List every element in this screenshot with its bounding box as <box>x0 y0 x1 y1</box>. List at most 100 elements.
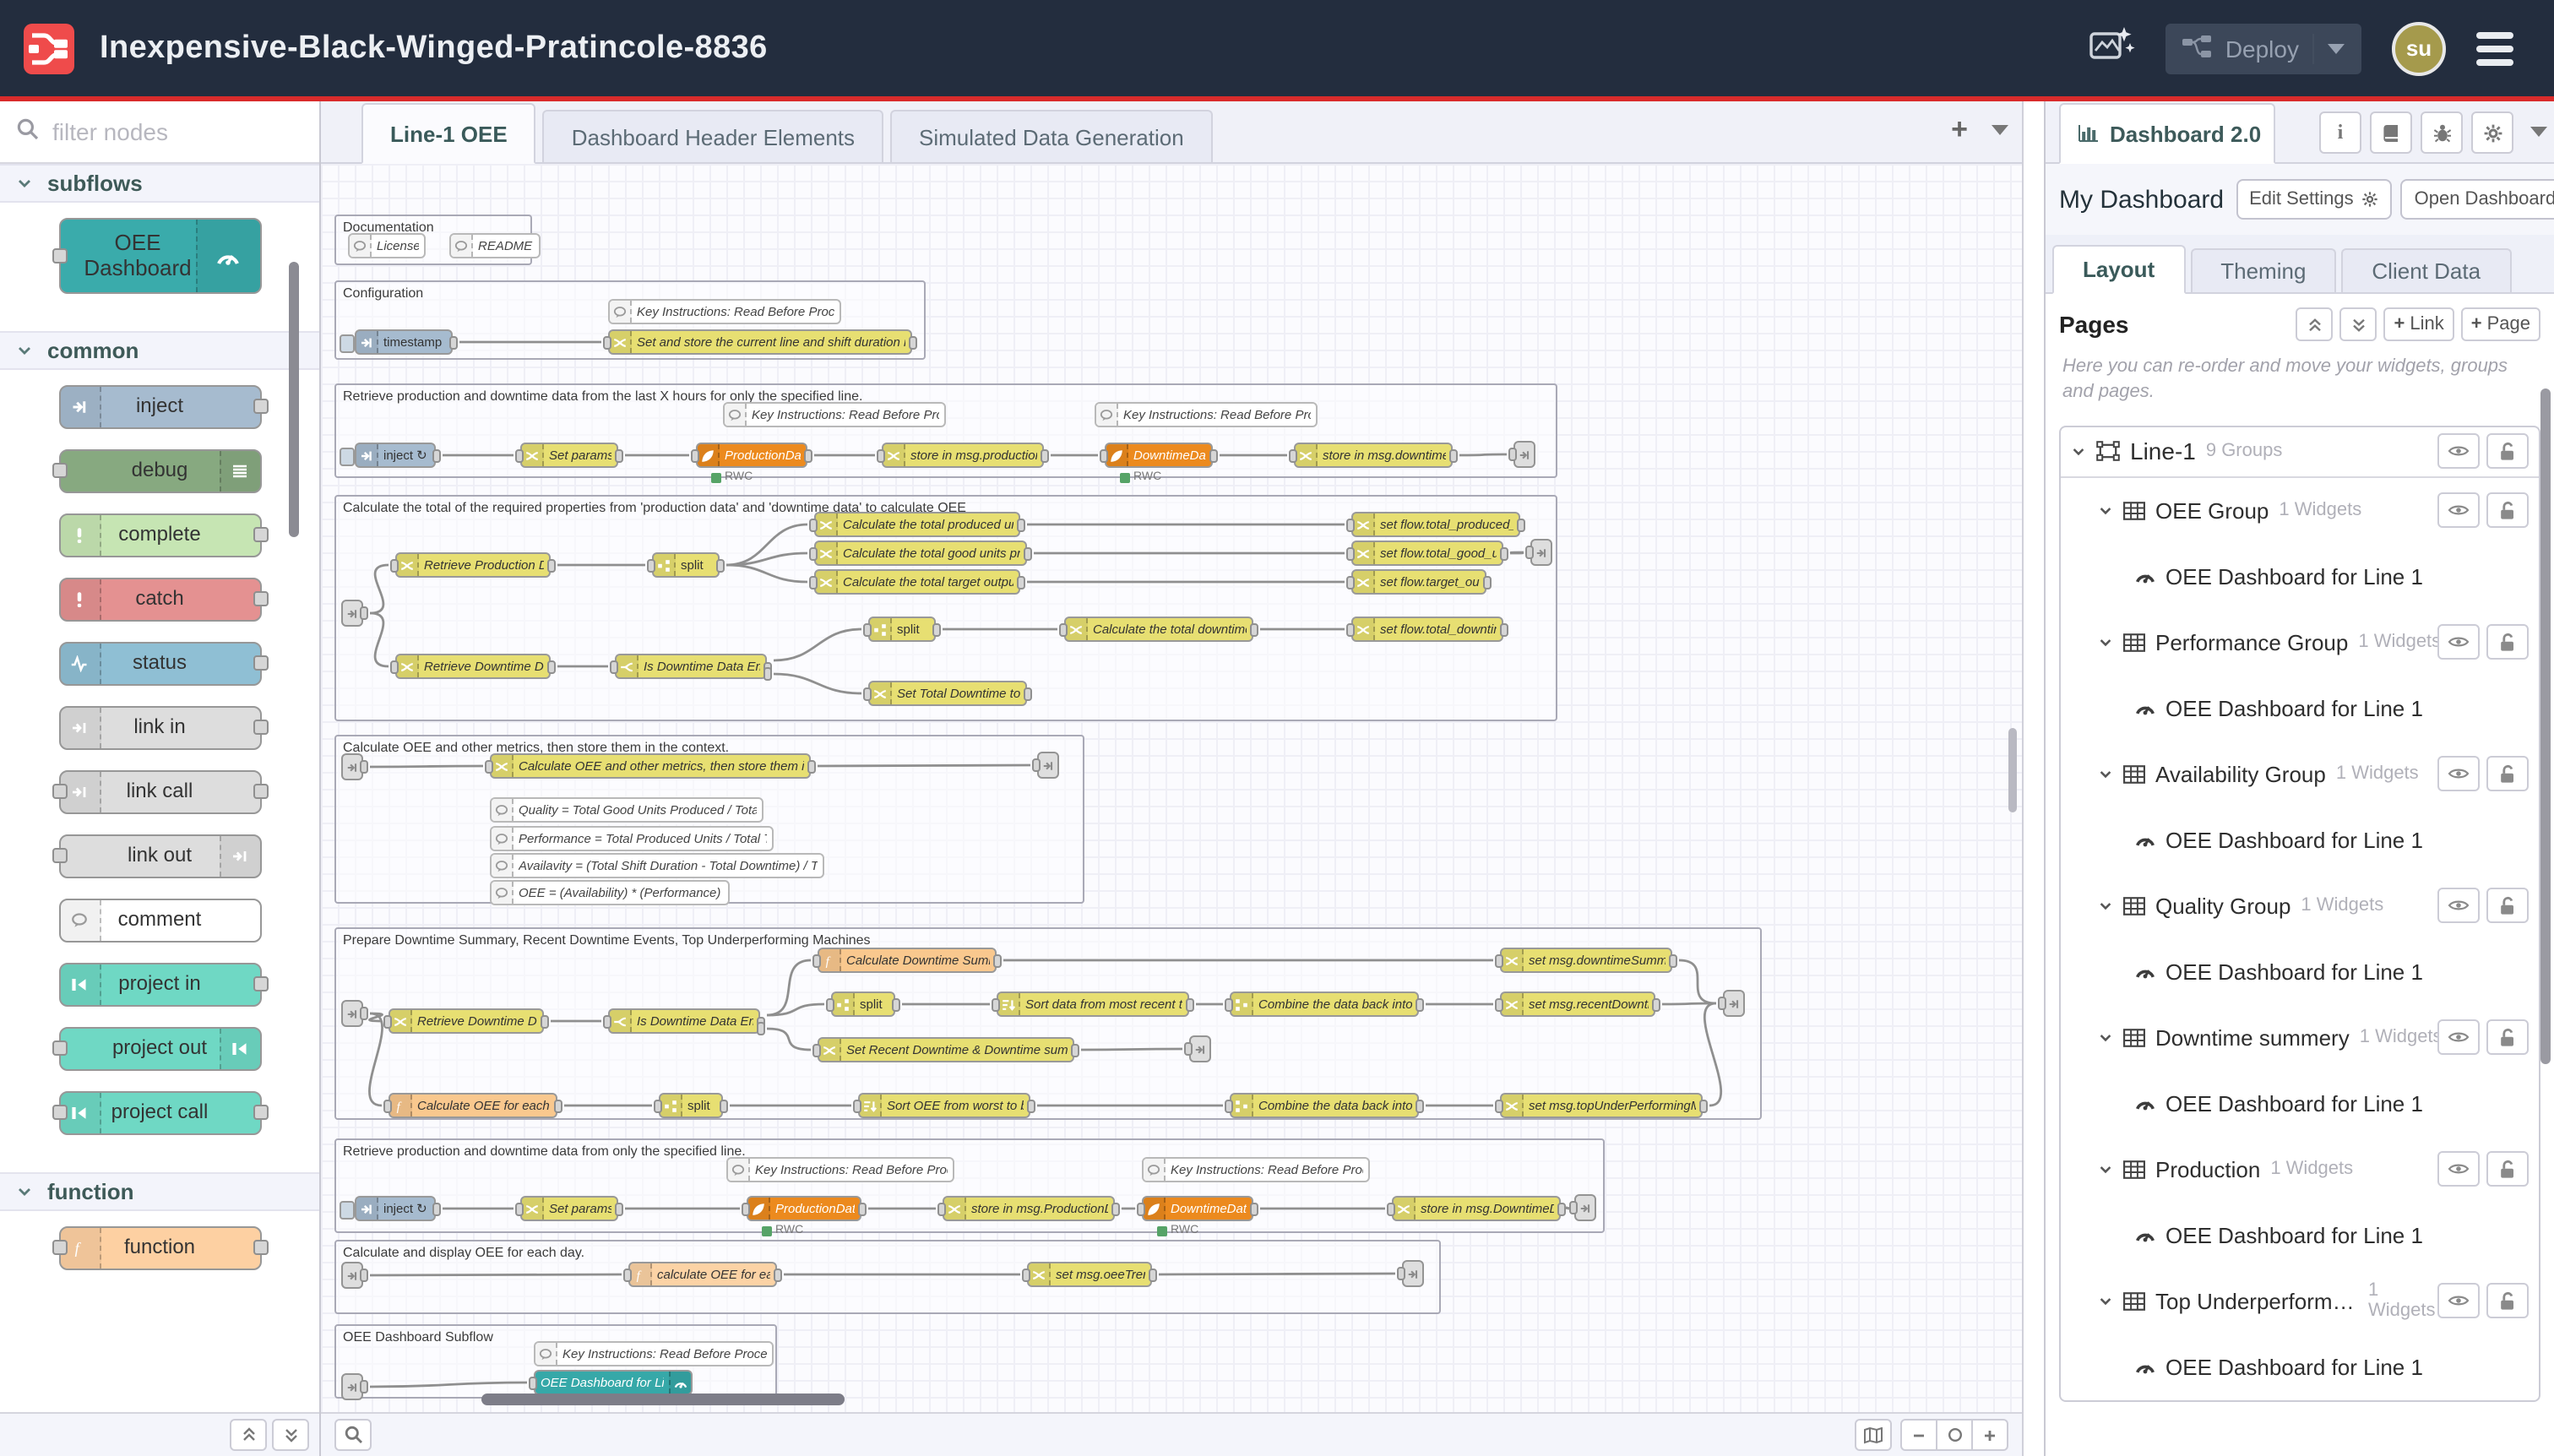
tree-group-row[interactable]: Top Underperformi…1 Widgets <box>2061 1268 2539 1334</box>
port[interactable] <box>1071 1043 1079 1057</box>
node-change[interactable]: set msg.recentDowntime <box>1500 991 1655 1017</box>
tab-theming[interactable]: Theming <box>2190 248 2336 292</box>
sidebar-splitter[interactable] <box>2022 101 2044 1456</box>
node-comment[interactable]: License <box>348 233 426 258</box>
inject-button[interactable] <box>340 1201 355 1220</box>
port[interactable] <box>1387 1202 1395 1215</box>
node-linkout[interactable] <box>1513 441 1535 468</box>
port[interactable] <box>253 976 268 991</box>
node-comment[interactable]: Quality = Total Good Units Produced / To… <box>490 797 763 823</box>
port[interactable] <box>1149 1268 1157 1281</box>
canvas-search-button[interactable] <box>334 1419 372 1451</box>
port[interactable] <box>253 399 268 414</box>
node-sort[interactable]: Sort data from most recent to oldest <box>997 991 1189 1017</box>
port[interactable] <box>1250 1202 1258 1215</box>
port[interactable] <box>763 667 772 681</box>
node-linkin[interactable] <box>341 753 363 780</box>
port[interactable] <box>1416 997 1424 1011</box>
port[interactable] <box>603 1014 611 1028</box>
palette-search-input[interactable]: filter nodes <box>0 101 319 164</box>
tree-widget-row[interactable]: OEE Dashboard for Line 1 <box>2061 807 2539 872</box>
flow-list-caret-icon[interactable] <box>1992 124 2008 134</box>
node-comment[interactable]: Key Instructions: Read Before Proceeding <box>1095 402 1318 427</box>
palette-node-inject[interactable]: inject <box>58 385 261 429</box>
visibility-eye-button[interactable] <box>2437 888 2480 923</box>
port[interactable] <box>1209 448 1218 462</box>
tree-widget-row[interactable]: OEE Dashboard for Line 1 <box>2061 543 2539 609</box>
node-subflow[interactable]: OEE Dashboard for Line 1 <box>534 1370 693 1395</box>
port[interactable] <box>515 1202 524 1215</box>
node-comment[interactable]: Availavity = (Total Shift Duration - Tot… <box>490 853 824 878</box>
port[interactable] <box>615 448 623 462</box>
node-comment[interactable]: Key Instructions: Read Before Proceeding <box>534 1341 774 1366</box>
node-split[interactable]: split <box>831 991 895 1017</box>
port[interactable] <box>1718 997 1726 1010</box>
port[interactable] <box>720 1099 728 1112</box>
port[interactable] <box>360 606 368 620</box>
tab-flow-1[interactable]: Line-1 OEE <box>361 103 536 164</box>
node-change[interactable]: Calculate the total produced units today <box>814 512 1020 537</box>
port[interactable] <box>1111 1202 1120 1215</box>
lock-button[interactable] <box>2486 756 2529 791</box>
debug-bug-icon[interactable] <box>2421 111 2463 154</box>
open-dashboard-button[interactable]: Open Dashboard <box>2401 179 2554 220</box>
node-switch[interactable]: Is Downtime Data Empty? <box>615 654 767 679</box>
port[interactable] <box>1032 758 1041 772</box>
inject-button[interactable] <box>340 334 355 353</box>
tree-widget-row[interactable]: OEE Dashboard for Line 1 <box>2061 1070 2539 1136</box>
port[interactable] <box>1483 575 1492 589</box>
port[interactable] <box>52 1240 67 1255</box>
node-join[interactable]: Combine the data back into an array. <box>1230 1093 1419 1118</box>
port[interactable] <box>1500 546 1508 560</box>
node-change[interactable]: set msg.topUnderPerformingMachines <box>1500 1093 1703 1118</box>
port[interactable] <box>253 527 268 542</box>
lock-button[interactable] <box>2486 1019 2529 1055</box>
port[interactable] <box>1495 997 1503 1011</box>
node-change[interactable]: Calculate the total target output of tod… <box>814 569 1020 595</box>
port[interactable] <box>1416 1099 1424 1112</box>
port[interactable] <box>863 622 872 636</box>
port[interactable] <box>809 518 818 531</box>
port[interactable] <box>1186 997 1194 1011</box>
node-join[interactable]: Combine the data back into an array. <box>1230 991 1419 1017</box>
node-comment[interactable]: Key Instructions: Read Before Proceeding <box>726 1157 954 1182</box>
node-linkout[interactable] <box>1189 1035 1211 1062</box>
port[interactable] <box>1495 1099 1503 1112</box>
palette-node-complete[interactable]: complete <box>58 513 261 557</box>
port[interactable] <box>647 558 655 572</box>
port[interactable] <box>383 1099 392 1112</box>
lock-button[interactable] <box>2486 433 2529 469</box>
node-funcL[interactable]: fcalculate OEE for each day <box>628 1262 777 1287</box>
tab-client-data[interactable]: Client Data <box>2341 248 2511 292</box>
port[interactable] <box>1517 518 1525 531</box>
port[interactable] <box>937 1202 946 1215</box>
node-change[interactable]: Calculate OEE and other metrics, then st… <box>490 753 811 779</box>
deploy-button[interactable]: Deploy <box>2166 23 2361 73</box>
port[interactable] <box>812 953 821 967</box>
node-inject[interactable]: inject ↻ <box>355 1196 436 1221</box>
node-change[interactable]: set msg.downtimeSummery <box>1500 948 1672 973</box>
tree-group-row[interactable]: OEE Group1 Widgets <box>2061 477 2539 543</box>
zoom-reset-button[interactable] <box>1936 1419 1973 1451</box>
palette-node-debug[interactable]: debug <box>58 449 261 493</box>
node-comment[interactable]: Key Instructions: Read Before Proceeding <box>723 402 946 427</box>
sidebar-caret-icon[interactable] <box>2530 127 2547 137</box>
tree-group-row[interactable]: Downtime summery1 Widgets <box>2061 1004 2539 1070</box>
port[interactable] <box>1346 546 1355 560</box>
port[interactable] <box>1250 622 1258 636</box>
port[interactable] <box>1669 953 1677 967</box>
port[interactable] <box>253 655 268 671</box>
node-comment[interactable]: Performance = Total Produced Units / Tot… <box>490 826 774 851</box>
node-linkin[interactable] <box>341 1373 363 1400</box>
lock-button[interactable] <box>2486 1283 2529 1318</box>
palette-node-status[interactable]: status <box>58 642 261 686</box>
node-funcO[interactable]: fCalculate Downtime Summery <box>818 948 997 973</box>
node-linkin[interactable] <box>341 600 363 627</box>
node-linkout[interactable] <box>1402 1260 1424 1287</box>
port[interactable] <box>541 1014 549 1028</box>
port[interactable] <box>432 448 441 462</box>
port[interactable] <box>253 591 268 606</box>
node-inject[interactable]: inject ↻ <box>355 443 436 468</box>
port[interactable] <box>529 1376 537 1389</box>
port[interactable] <box>812 1043 821 1057</box>
